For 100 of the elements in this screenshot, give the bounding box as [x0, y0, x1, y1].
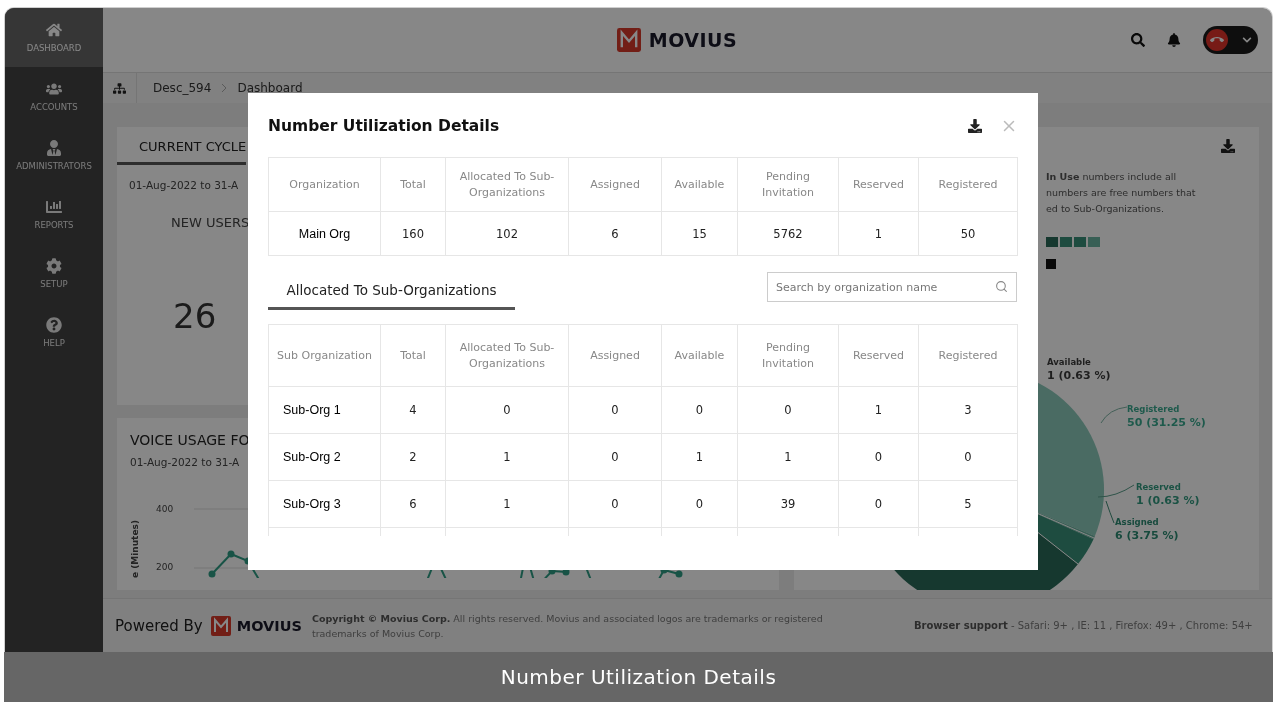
table-cell: 160	[380, 211, 446, 256]
table-cell: 0	[445, 386, 569, 434]
pie-label: Available 1 (0.63 %)	[1047, 356, 1111, 382]
note-text: numbers are free numbers that	[1046, 186, 1197, 200]
copyright-text: Copyright © Movius Corp. All rights reserved. Movius and associated logos are trademarks or registered trademarks of Movius Corp.	[311, 611, 824, 641]
column-header: Available	[661, 324, 738, 387]
table-cell: 1	[838, 386, 919, 434]
table-cell: 0	[838, 433, 919, 481]
table-cell: 6	[568, 211, 662, 256]
leader-line	[1099, 405, 1129, 425]
table-cell: 0	[661, 386, 738, 434]
powered-by-text: Powered By	[115, 616, 203, 635]
date-range: 01-Aug-2022 to 31-A	[129, 179, 239, 191]
table-cell: Sub-Org 3	[268, 480, 381, 528]
legend-swatches-drawing	[1046, 237, 1102, 247]
table-cell: 0	[737, 386, 839, 434]
chevron-down-icon	[1242, 35, 1252, 45]
table-cell: 0	[568, 433, 662, 481]
table-cell: 0	[568, 386, 662, 434]
call-button[interactable]	[1203, 26, 1258, 54]
table-cell: 5762	[737, 211, 839, 256]
sidebar-item[interactable]: SETUP	[5, 244, 103, 303]
home-icon	[46, 22, 62, 38]
breadcrumb-link[interactable]: Desc_594	[153, 81, 212, 95]
chevron-separator-icon	[221, 83, 228, 93]
column-header: Organization	[268, 157, 381, 212]
modal-title: Number Utilization Details	[268, 117, 501, 135]
pie-label: Registered 50 (31.25 %)	[1127, 403, 1206, 429]
table-cell: Main Org	[268, 211, 381, 256]
table-cell: 2	[380, 433, 446, 481]
logo-text: MOVIUS	[648, 29, 738, 51]
person-icon	[46, 140, 62, 156]
data-point	[227, 550, 235, 558]
metric-label: NEW USERS	[171, 215, 250, 230]
date-range: 01-Aug-2022 to 31-A	[130, 456, 240, 468]
download-icon[interactable]	[1221, 139, 1235, 153]
axis-tick: 400	[156, 504, 174, 514]
table-cell: 0	[661, 480, 738, 528]
note-text: ed to Sub-Organizations.	[1046, 202, 1165, 216]
caption-text: Number Utilization Details	[4, 652, 1273, 702]
section-tab[interactable]: Allocated To Sub-Organizations	[268, 272, 515, 310]
table-cell: 0	[918, 433, 1018, 481]
column-header: Total	[380, 157, 446, 212]
bar-chart-icon	[46, 199, 62, 215]
column-header: Available	[661, 157, 738, 212]
search-icon	[995, 280, 1008, 293]
column-header: Allocated To Sub-Organizations	[445, 157, 569, 212]
logo-text: MOVIUS	[236, 617, 302, 634]
column-header: Total	[380, 324, 446, 387]
metric-value: 26	[173, 296, 217, 336]
column-header: Allocated To Sub-Organizations	[445, 324, 569, 387]
table-cell: 1	[661, 433, 738, 481]
sidebar-item[interactable]: DASHBOARD	[5, 8, 103, 67]
sidebar-item[interactable]: HELP	[5, 303, 103, 362]
table-cell: 50	[918, 211, 1018, 256]
table-cell: 102	[445, 211, 569, 256]
column-header: Reserved	[838, 324, 919, 387]
table-cell: 1	[445, 480, 569, 528]
column-header: Pending Invitation	[737, 324, 839, 387]
logo-icon	[210, 615, 231, 636]
breadcrumb-link[interactable]: Dashboard	[237, 81, 303, 95]
column-header: Assigned	[568, 157, 662, 212]
table-cell: 5	[918, 480, 1018, 528]
column-header: Sub Organization	[268, 324, 381, 387]
search-icon[interactable]	[1131, 33, 1145, 47]
axis-label: e (Minutes)	[130, 519, 140, 578]
download-button[interactable]	[968, 119, 982, 133]
axis-tick: 200	[156, 562, 174, 572]
table-cell: 15	[661, 211, 738, 256]
gear-icon	[46, 258, 62, 274]
column-header: Pending Invitation	[737, 157, 839, 212]
sidebar-item[interactable]: ACCOUNTS	[5, 67, 103, 126]
column-header: Registered	[918, 324, 1018, 387]
table-cell: Sub-Org 2	[268, 433, 381, 481]
data-point	[208, 570, 216, 578]
legend-swatch-drawing	[1046, 259, 1056, 269]
card-tab[interactable]: CURRENT CYCLE	[117, 127, 247, 165]
search-field[interactable]: Search by organization name	[767, 272, 1017, 302]
table-cell: 0	[568, 480, 662, 528]
logo-icon	[616, 28, 641, 52]
sitemap-icon[interactable]	[113, 81, 126, 95]
table-cell: 4	[380, 386, 446, 434]
table-cell: 1	[838, 211, 919, 256]
table-cell: 39	[737, 480, 839, 528]
column-header: Reserved	[838, 157, 919, 212]
pie-label: Assigned 6 (3.75 %)	[1115, 516, 1179, 542]
help-icon	[46, 317, 62, 333]
users-icon	[46, 81, 62, 97]
table-cell: 1	[445, 433, 569, 481]
browser-support-text: Browser support - Safari: 9+ , IE: 11 , Firefox: 49+ , Chrome: 54+	[913, 620, 1253, 631]
sidebar-item[interactable]: REPORTS	[5, 185, 103, 244]
table-cell: Sub-Org 1	[268, 386, 381, 434]
table-cell: 3	[918, 386, 1018, 434]
table-cell: 1	[737, 433, 839, 481]
table-cell: 6	[380, 480, 446, 528]
column-header: Assigned	[568, 324, 662, 387]
sidebar-item[interactable]: ADMINISTRATORS	[5, 126, 103, 185]
bell-icon[interactable]	[1167, 33, 1181, 47]
table-cell: 0	[838, 480, 919, 528]
column-header: Registered	[918, 157, 1018, 212]
